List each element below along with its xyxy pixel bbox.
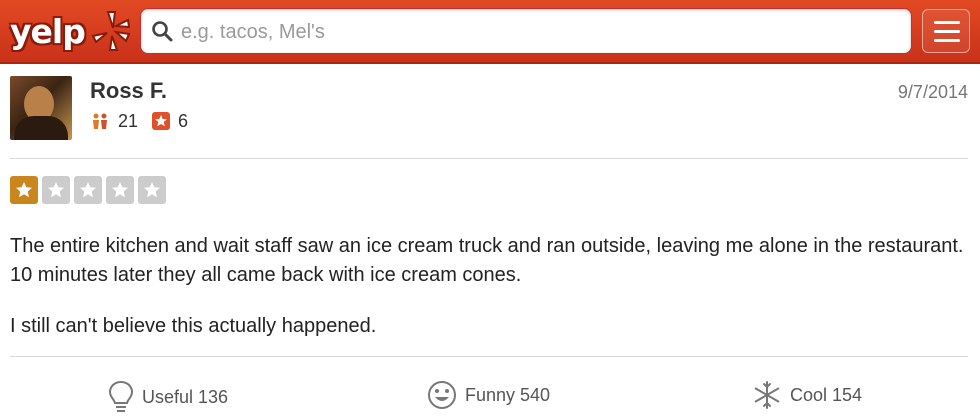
menu-line (934, 30, 960, 33)
star-rating (10, 176, 170, 204)
burst-icon (91, 11, 131, 51)
cool-button[interactable]: Cool 154 (752, 380, 862, 410)
search-input[interactable] (181, 17, 881, 47)
friends-icon (93, 113, 107, 129)
review-date: 9/7/2014 (897, 82, 968, 102)
review-paragraph: I still can't believe this actually happ… (10, 315, 377, 337)
vote-actions: Useful 136 Funny 540 Cool 154 (0, 372, 980, 417)
reviewer-name[interactable]: Ross F. (90, 78, 167, 104)
logo-wordmark: yelp (10, 12, 86, 51)
friends-count: 21 (118, 110, 139, 131)
review-star-icon (152, 112, 171, 130)
reviewer-stats: 21 6 (90, 110, 202, 132)
funny-label: Funny 540 (465, 384, 551, 405)
menu-line (934, 39, 960, 42)
reviews-stat: 6 (152, 111, 188, 132)
reviews-count: 6 (178, 110, 189, 131)
review-paragraph: The entire kitchen and wait staff saw an… (10, 235, 964, 286)
useful-button[interactable]: Useful 136 (108, 380, 228, 414)
star-empty-icon (106, 176, 134, 204)
top-bar: yelp (0, 0, 980, 64)
cool-label: Cool 154 (790, 384, 863, 405)
snowflake-icon (754, 381, 780, 409)
friends-stat: 21 (90, 111, 138, 132)
search-icon (152, 21, 173, 42)
funny-button[interactable]: Funny 540 (427, 380, 550, 410)
avatar-body (14, 116, 68, 140)
yelp-logo[interactable]: yelp (8, 6, 131, 58)
star-empty-icon (74, 176, 102, 204)
divider (10, 356, 968, 357)
avatar[interactable] (10, 76, 72, 140)
star-empty-icon (42, 176, 70, 204)
lightbulb-icon (108, 380, 134, 412)
star-filled-icon (10, 176, 38, 204)
useful-label: Useful 136 (142, 386, 229, 407)
menu-line (934, 21, 960, 24)
star-empty-icon (138, 176, 166, 204)
search-bar[interactable] (140, 8, 912, 54)
smiley-icon (428, 381, 456, 409)
divider (10, 158, 968, 159)
menu-button[interactable] (922, 9, 970, 53)
review-body: The entire kitchen and wait staff saw an… (10, 232, 970, 363)
